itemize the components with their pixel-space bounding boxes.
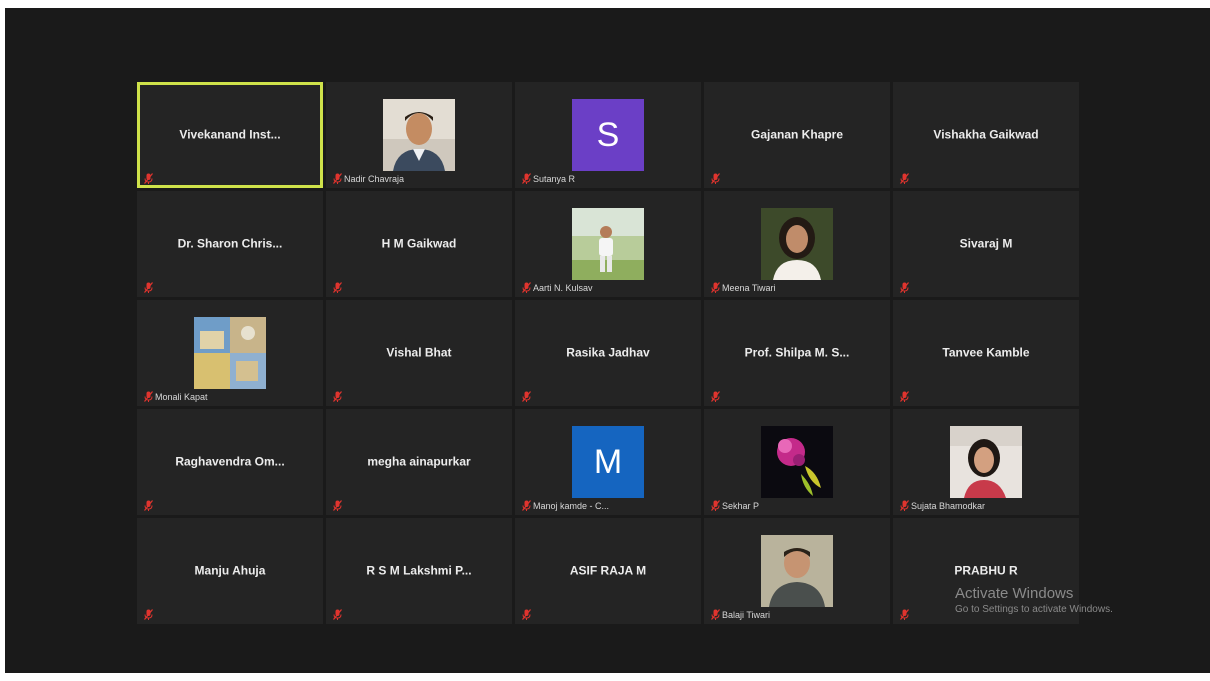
participant-tile[interactable]: Monali Kapat [137, 300, 323, 406]
mic-muted-icon [900, 280, 909, 293]
mic-muted-icon [711, 498, 720, 511]
participant-name: PRABHU R [954, 563, 1018, 578]
participant-tile[interactable]: Aarti N. Kulsav [515, 191, 701, 297]
participant-tile[interactable]: megha ainapurkar [326, 409, 512, 515]
mic-muted-icon [144, 280, 153, 293]
participant-name: Vishal Bhat [386, 345, 452, 360]
participant-tile[interactable]: M Manoj kamde - C... [515, 409, 701, 515]
participant-tile[interactable]: Sujata Bhamodkar [893, 409, 1079, 515]
avatar-photo [572, 208, 644, 280]
mic-muted-icon [711, 607, 720, 620]
participant-name: Dr. Sharon Chris... [177, 236, 283, 251]
watermark-subtitle: Go to Settings to activate Windows. [955, 604, 1113, 615]
participant-name-tag: Sekhar P [722, 501, 760, 511]
avatar-photo [383, 99, 455, 171]
mic-muted-icon [522, 280, 531, 293]
avatar-photo [761, 535, 833, 607]
participant-grid: Vivekanand Inst... Nadir Chavraja S Sutanya… [137, 82, 1079, 624]
avatar-photo [194, 317, 266, 389]
participant-name: Sivaraj M [959, 236, 1013, 251]
participant-tile[interactable]: Gajanan Khapre [704, 82, 890, 188]
participant-name-tag: Balaji Tiwari [722, 610, 771, 620]
participant-tile[interactable]: Meena Tiwari [704, 191, 890, 297]
participant-name: Gajanan Khapre [750, 127, 844, 142]
participant-tile[interactable]: Dr. Sharon Chris... [137, 191, 323, 297]
participant-tile[interactable]: Balaji Tiwari [704, 518, 890, 624]
participant-tile[interactable]: Nadir Chavraja [326, 82, 512, 188]
participant-name: Manju Ahuja [194, 563, 266, 578]
participant-name: H M Gaikwad [381, 236, 457, 251]
participant-tile[interactable]: Sivaraj M [893, 191, 1079, 297]
participant-name: Vishakha Gaikwad [933, 127, 1039, 142]
mic-muted-icon [144, 607, 153, 620]
participant-tile[interactable]: Vishakha Gaikwad [893, 82, 1079, 188]
avatar-initial: M [572, 426, 644, 498]
mic-muted-icon [711, 389, 720, 402]
participant-name: R S M Lakshmi P... [366, 563, 472, 578]
activate-windows-watermark: Activate Windows Go to Settings to activ… [955, 585, 1113, 615]
participant-name-tag: Manoj kamde - C... [533, 501, 610, 511]
participant-name: megha ainapurkar [367, 454, 471, 469]
mic-muted-icon [333, 389, 342, 402]
watermark-title: Activate Windows [955, 585, 1074, 602]
participant-name-tag: Meena Tiwari [722, 283, 776, 293]
participant-tile[interactable]: Vishal Bhat [326, 300, 512, 406]
mic-muted-icon [144, 389, 153, 402]
meeting-gallery-view: Vivekanand Inst... Nadir Chavraja S Sutanya… [5, 8, 1210, 673]
participant-name: Prof. Shilpa M. S... [744, 345, 850, 360]
mic-muted-icon [522, 498, 531, 511]
mic-muted-icon [900, 171, 909, 184]
participant-name: ASIF RAJA M [569, 563, 647, 578]
avatar-photo [950, 426, 1022, 498]
participant-tile[interactable]: Tanvee Kamble [893, 300, 1079, 406]
avatar-photo [761, 208, 833, 280]
mic-muted-icon [900, 607, 909, 620]
participant-name-tag: Sujata Bhamodkar [911, 501, 986, 511]
participant-name-tag: Monali Kapat [155, 392, 208, 402]
participant-name: Raghavendra Om... [175, 454, 285, 469]
participant-tile[interactable]: R S M Lakshmi P... [326, 518, 512, 624]
mic-muted-icon [333, 498, 342, 511]
participant-tile[interactable]: Prof. Shilpa M. S... [704, 300, 890, 406]
participant-name: Tanvee Kamble [942, 345, 1030, 360]
participant-name: Rasika Jadhav [566, 345, 650, 360]
participant-tile[interactable]: H M Gaikwad [326, 191, 512, 297]
mic-muted-icon [522, 171, 531, 184]
mic-muted-icon [522, 607, 531, 620]
avatar-initial: S [572, 99, 644, 171]
mic-muted-icon [711, 171, 720, 184]
mic-muted-icon [900, 498, 909, 511]
mic-muted-icon [522, 389, 531, 402]
mic-muted-icon [144, 171, 153, 184]
participant-name: Vivekanand Inst... [179, 127, 281, 142]
mic-muted-icon [333, 280, 342, 293]
participant-tile[interactable]: Sekhar P [704, 409, 890, 515]
participant-name-tag: Nadir Chavraja [344, 174, 405, 184]
participant-name-tag: Sutanya R [533, 174, 576, 184]
participant-tile[interactable]: Raghavendra Om... [137, 409, 323, 515]
participant-tile[interactable]: Rasika Jadhav [515, 300, 701, 406]
participant-name-tag: Aarti N. Kulsav [533, 283, 593, 293]
mic-muted-icon [711, 280, 720, 293]
participant-tile[interactable]: Vivekanand Inst... [137, 82, 323, 188]
mic-muted-icon [144, 498, 153, 511]
mic-muted-icon [333, 607, 342, 620]
mic-muted-icon [900, 389, 909, 402]
participant-tile[interactable]: S Sutanya R [515, 82, 701, 188]
participant-tile[interactable]: ASIF RAJA M [515, 518, 701, 624]
participant-tile[interactable]: Manju Ahuja [137, 518, 323, 624]
avatar-photo [761, 426, 833, 498]
mic-muted-icon [333, 171, 342, 184]
